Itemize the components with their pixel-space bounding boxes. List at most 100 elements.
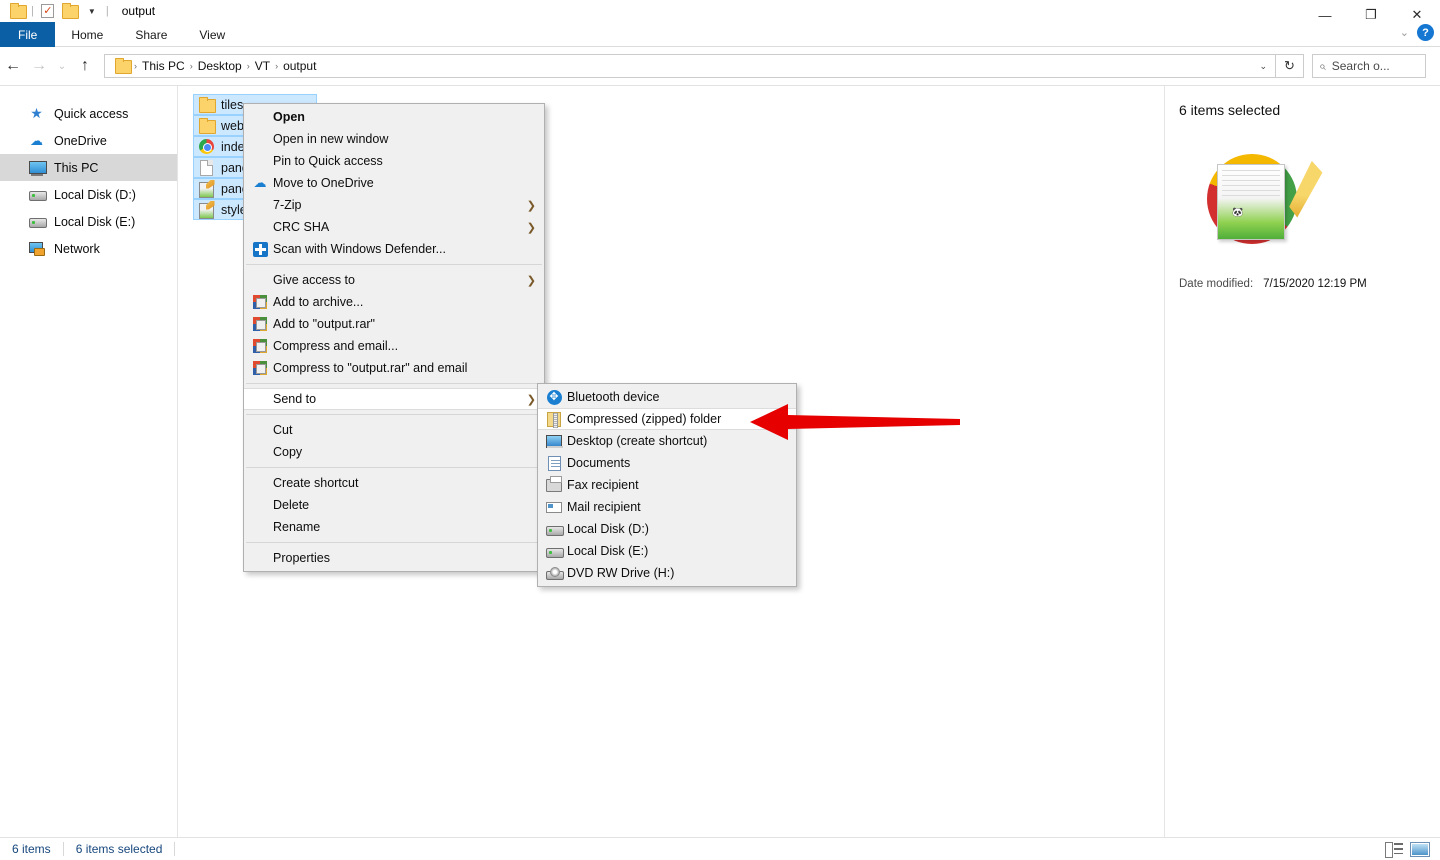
menu-item-send-to[interactable]: Send to ❯ xyxy=(244,388,544,410)
title-bar: | ✓ ▼ | output — ❐ ✕ xyxy=(0,0,1440,23)
menu-item-add-to-output-rar[interactable]: Add to "output.rar" xyxy=(244,313,544,335)
back-button[interactable]: ← xyxy=(0,51,26,81)
sidebar-item-network[interactable]: Network xyxy=(0,235,177,262)
disk-icon xyxy=(541,540,567,562)
menu-item-create-shortcut[interactable]: Create shortcut xyxy=(244,472,544,494)
menu-item-pin-to-quick-access[interactable]: Pin to Quick access xyxy=(244,150,544,172)
large-icons-view-button[interactable] xyxy=(1410,841,1430,858)
menu-item-label: Scan with Windows Defender... xyxy=(273,242,446,256)
menu-separator xyxy=(246,414,542,415)
red-arrow-annotation-icon xyxy=(750,404,960,440)
breadcrumb-this-pc[interactable]: This PC xyxy=(138,55,189,77)
submenu-item-dvd-rw-drive-h[interactable]: DVD RW Drive (H:) xyxy=(538,562,796,584)
chevron-right-icon: ❯ xyxy=(526,274,536,287)
submenu-item-local-disk-d[interactable]: Local Disk (D:) xyxy=(538,518,796,540)
no-icon xyxy=(247,516,273,538)
help-icon[interactable]: ? xyxy=(1417,24,1434,41)
customize-caret-icon[interactable]: ▼ xyxy=(81,0,103,22)
up-button[interactable]: ↑ xyxy=(72,51,98,81)
menu-item-label: Compress and email... xyxy=(273,339,399,353)
refresh-button[interactable]: ↻ xyxy=(1276,54,1304,78)
breadcrumb-vt[interactable]: VT xyxy=(251,55,274,77)
menu-item-compress-and-email[interactable]: Compress and email... xyxy=(244,335,544,357)
menu-item-label: 7-Zip xyxy=(273,198,302,212)
no-icon xyxy=(247,441,273,463)
desktop-icon xyxy=(541,430,567,452)
no-icon xyxy=(247,547,273,569)
ribbon-right-controls: ⌄ ? xyxy=(1400,24,1434,41)
submenu-item-fax-recipient[interactable]: Fax recipient xyxy=(538,474,796,496)
context-menu[interactable]: Open Open in new window Pin to Quick acc… xyxy=(243,103,545,572)
tab-home[interactable]: Home xyxy=(55,22,119,47)
submenu-item-label: Fax recipient xyxy=(567,478,639,492)
menu-item-7-zip[interactable]: 7-Zip ❯ xyxy=(244,194,544,216)
no-icon xyxy=(247,128,273,150)
menu-item-crc-sha[interactable]: CRC SHA ❯ xyxy=(244,216,544,238)
menu-item-scan-with-windows-defender[interactable]: Scan with Windows Defender... xyxy=(244,238,544,260)
details-view-button[interactable] xyxy=(1384,841,1404,858)
properties-icon[interactable]: ✓ xyxy=(37,0,59,22)
status-divider-2 xyxy=(174,842,176,856)
search-placeholder: Search o... xyxy=(1331,59,1390,73)
mail-icon xyxy=(541,496,567,518)
breadcrumb-output[interactable]: output xyxy=(279,55,320,77)
address-dropdown-icon[interactable]: ⌄ xyxy=(1259,61,1273,72)
sidebar-item-local-disk-e[interactable]: Local Disk (E:) xyxy=(0,208,177,235)
menu-item-label: Properties xyxy=(273,551,330,565)
search-input[interactable]: ⌕ Search o... xyxy=(1312,54,1426,78)
chevron-right-icon: ❯ xyxy=(526,199,536,212)
details-pane: 6 items selected 🐼 Date modified: 7/15/2… xyxy=(1164,86,1440,838)
ribbon-tabs: File Home Share View ⌄ ? xyxy=(0,22,1440,47)
zipped-folder-icon xyxy=(541,408,567,430)
menu-item-properties[interactable]: Properties xyxy=(244,547,544,569)
chevron-down-icon[interactable]: ⌄ xyxy=(1400,26,1409,39)
menu-item-give-access-to[interactable]: Give access to ❯ xyxy=(244,269,544,291)
menu-item-label: Add to "output.rar" xyxy=(273,317,375,331)
tab-view[interactable]: View xyxy=(183,22,241,47)
sidebar-item-label: Network xyxy=(54,241,100,256)
menu-item-copy[interactable]: Copy xyxy=(244,441,544,463)
submenu-item-mail-recipient[interactable]: Mail recipient xyxy=(538,496,796,518)
defender-shield-icon xyxy=(247,238,273,260)
no-icon xyxy=(247,269,273,291)
menu-item-open-in-new-window[interactable]: Open in new window xyxy=(244,128,544,150)
recent-locations-icon[interactable]: ⌄ xyxy=(52,51,72,81)
new-folder-icon[interactable] xyxy=(59,0,81,22)
notepadpp-icon xyxy=(198,202,215,219)
tab-share[interactable]: Share xyxy=(119,22,183,47)
qat-divider-1: | xyxy=(31,5,34,17)
menu-item-rename[interactable]: Rename xyxy=(244,516,544,538)
winrar-icon xyxy=(247,291,273,313)
folder-icon[interactable] xyxy=(6,0,28,22)
menu-item-label: Cut xyxy=(273,423,293,437)
file-explorer-window: | ✓ ▼ | output — ❐ ✕ File Home Share Vie… xyxy=(0,0,1440,860)
view-buttons xyxy=(1384,841,1440,858)
status-bar: 6 items 6 items selected xyxy=(0,837,1440,860)
menu-item-cut[interactable]: Cut xyxy=(244,419,544,441)
sidebar-item-onedrive[interactable]: ☁ OneDrive xyxy=(0,127,177,154)
search-icon: ⌕ xyxy=(1319,58,1326,73)
no-icon xyxy=(247,494,273,516)
address-folder-icon xyxy=(111,55,133,77)
breadcrumb-desktop[interactable]: Desktop xyxy=(194,55,246,77)
tab-file[interactable]: File xyxy=(0,22,56,47)
address-bar: ← → ⌄ ↑ › This PC › Desktop › VT › outpu… xyxy=(0,48,1440,84)
menu-item-compress-to-output-rar-and-email[interactable]: Compress to "output.rar" and email xyxy=(244,357,544,379)
menu-item-label: Open xyxy=(273,110,305,124)
menu-item-delete[interactable]: Delete xyxy=(244,494,544,516)
chevron-right-icon: ❯ xyxy=(526,393,536,406)
address-path-box[interactable]: › This PC › Desktop › VT › output ⌄ xyxy=(104,54,1276,78)
menu-item-open[interactable]: Open xyxy=(244,106,544,128)
menu-item-move-to-onedrive[interactable]: ☁ Move to OneDrive xyxy=(244,172,544,194)
winrar-icon xyxy=(247,335,273,357)
forward-button[interactable]: → xyxy=(26,51,52,81)
submenu-item-documents[interactable]: Documents xyxy=(538,452,796,474)
sidebar-item-this-pc[interactable]: This PC xyxy=(0,154,177,181)
sidebar-item-local-disk-d[interactable]: Local Disk (D:) xyxy=(0,181,177,208)
menu-item-label: Send to xyxy=(273,392,317,406)
submenu-item-local-disk-e[interactable]: Local Disk (E:) xyxy=(538,540,796,562)
sidebar-item-quick-access[interactable]: ★ Quick access xyxy=(0,100,177,127)
details-date-modified-value: 7/15/2020 12:19 PM xyxy=(1263,278,1367,290)
menu-item-add-to-archive[interactable]: Add to archive... xyxy=(244,291,544,313)
dvd-drive-icon xyxy=(541,562,567,584)
